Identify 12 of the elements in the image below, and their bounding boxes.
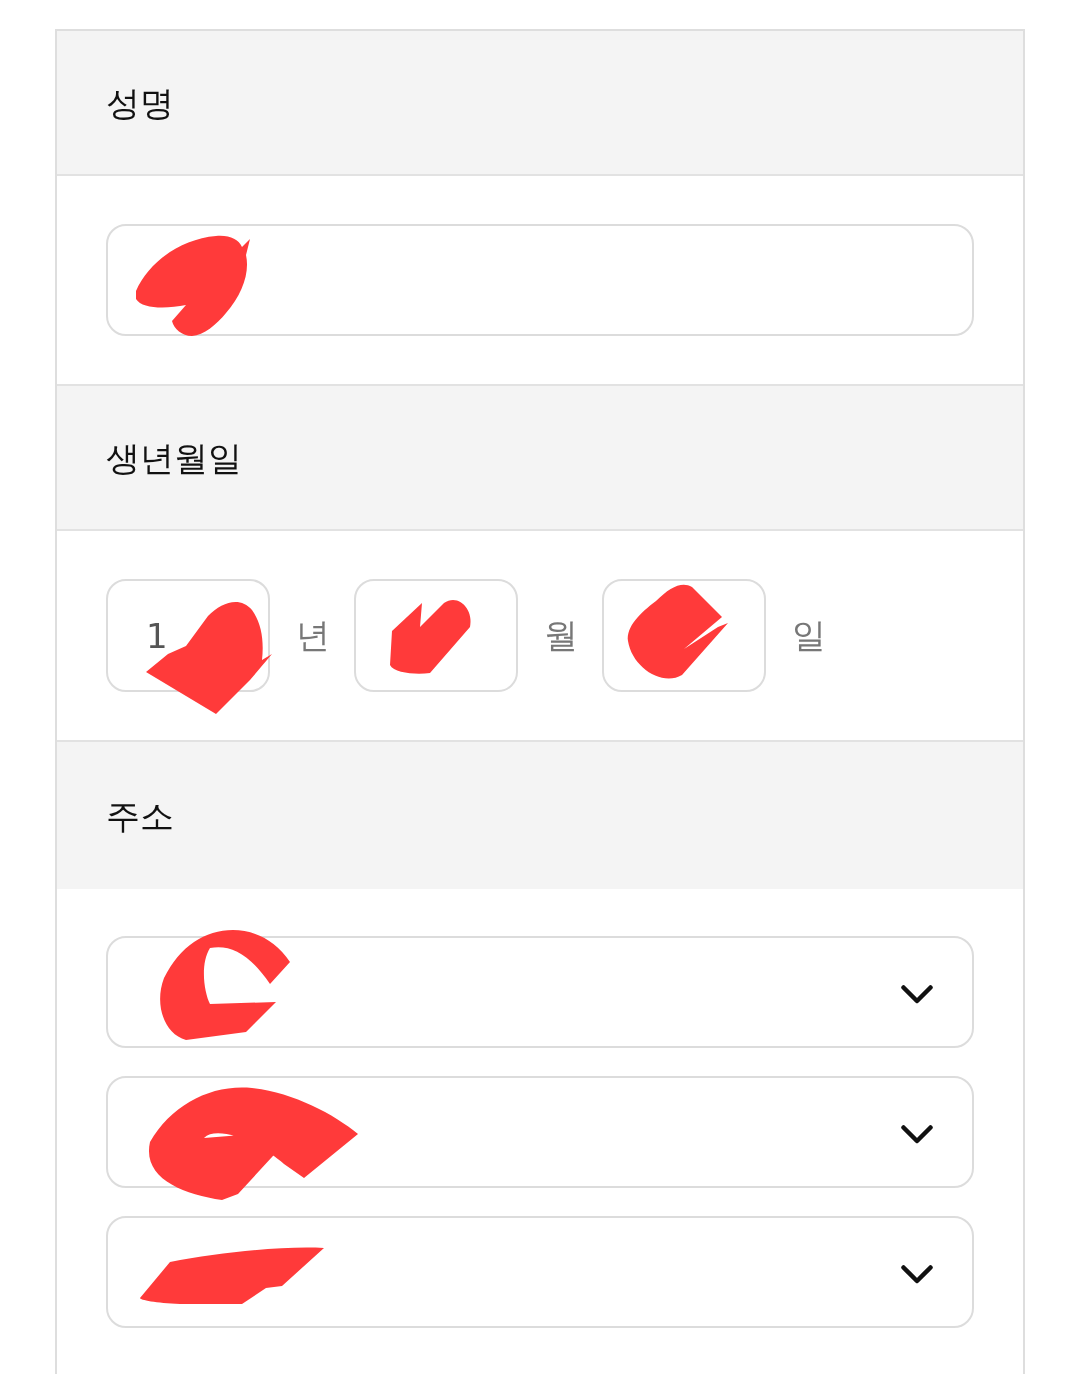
section-title: 성명 xyxy=(106,85,174,120)
section-title: 생년월일 xyxy=(106,440,242,475)
chevron-down-icon xyxy=(901,985,933,1004)
unit-label: 월 xyxy=(544,613,576,657)
dropdown-field[interactable] xyxy=(106,1216,974,1328)
chevron-down-icon xyxy=(901,1265,933,1284)
unit-label: 일 xyxy=(792,613,824,657)
dropdown-field[interactable] xyxy=(106,936,974,1048)
input-field[interactable] xyxy=(106,224,974,336)
unit-label: 년 xyxy=(296,613,328,657)
chevron-down-icon xyxy=(901,1125,933,1144)
section-title: 주소 xyxy=(106,798,174,833)
